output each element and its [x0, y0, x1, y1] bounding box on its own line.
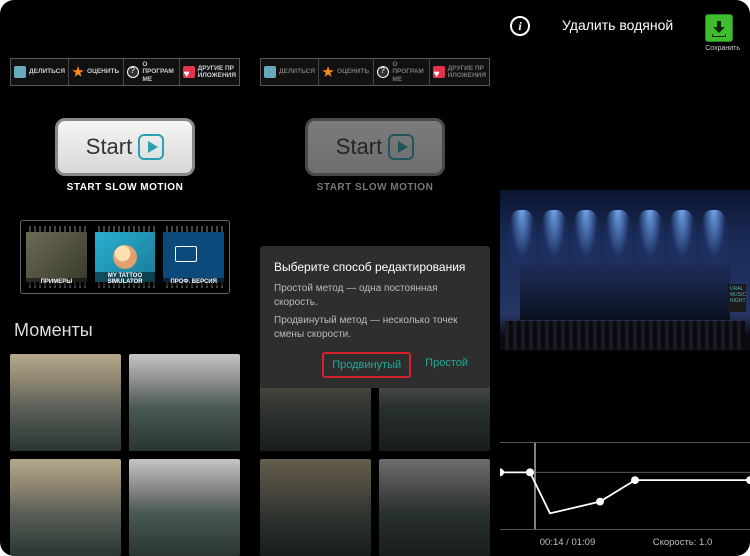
- start-caption: START SLOW MOTION: [55, 182, 195, 193]
- remove-watermark-button[interactable]: Удалить водяной: [530, 10, 705, 34]
- rate-button[interactable]: Оценить: [69, 59, 124, 85]
- save-label: Сохранить: [705, 45, 740, 52]
- card-pro[interactable]: ПРОФ. ВЕРСИЯ: [163, 226, 224, 288]
- share-button: Делиться: [261, 59, 319, 85]
- advanced-button[interactable]: Продвинутый: [322, 352, 411, 378]
- card-tattoo[interactable]: MY TATTOO SIMULATOR: [95, 226, 156, 288]
- info-icon[interactable]: i: [510, 16, 530, 36]
- cart-icon: [175, 246, 197, 262]
- stage-sign: URAL MUSIC NIGHT: [728, 284, 746, 312]
- moment-thumb[interactable]: [129, 459, 240, 556]
- other-apps-button[interactable]: ДРУГИЕ ПР ИЛОЖЕНИЯ: [180, 59, 239, 85]
- play-icon: [388, 134, 414, 160]
- panel-home: Делиться Оценить О ПРОГРАМ МЕ ДРУГИЕ ПР …: [0, 0, 250, 556]
- moments-heading: Моменты: [14, 320, 93, 341]
- promo-cards: ПРИМЕРЫ MY TATTOO SIMULATOR ПРОФ. ВЕРСИЯ: [20, 220, 230, 294]
- about-button: О ПРОГРАМ МЕ: [374, 59, 429, 85]
- dialog-title: Выберите способ редактирования: [274, 260, 476, 274]
- rate-button: Оценить: [319, 59, 374, 85]
- start-area: Start START SLOW MOTION: [55, 118, 195, 193]
- dialog-text-line1: Простой метод — одна постоянная скорость…: [274, 282, 476, 310]
- simple-button[interactable]: Простой: [417, 352, 476, 378]
- edit-mode-dialog: Выберите способ редактирования Простой м…: [260, 246, 490, 388]
- about-button[interactable]: О ПРОГРАМ МЕ: [124, 59, 179, 85]
- start-button[interactable]: Start: [55, 118, 195, 176]
- time-display: 00:14 / 01:09: [510, 537, 625, 548]
- moments-grid: [10, 354, 240, 556]
- download-icon: [712, 21, 726, 35]
- dialog-text-line2: Продвинутый метод — несколько точек смен…: [274, 314, 476, 342]
- save-button[interactable]: [705, 14, 733, 42]
- speed-display: Скорость: 1.0: [625, 537, 740, 548]
- share-button[interactable]: Делиться: [11, 59, 69, 85]
- start-label: Start: [86, 134, 132, 160]
- other-apps-button: ДРУГИЕ ПР ИЛОЖЕНИЯ: [430, 59, 489, 85]
- moment-thumb[interactable]: [10, 459, 121, 556]
- moment-thumb: [379, 459, 490, 556]
- star-icon: [72, 66, 84, 78]
- play-icon: [138, 134, 164, 160]
- card-examples[interactable]: ПРИМЕРЫ: [26, 226, 87, 288]
- heart-icon: [183, 66, 195, 78]
- share-icon: [14, 66, 26, 78]
- panel-editor: i Удалить водяной Сохранить URAL MUSIC N…: [500, 0, 750, 556]
- start-button: Start: [305, 118, 445, 176]
- moment-thumb[interactable]: [129, 354, 240, 451]
- panel-dialog: Делиться Оценить О ПРОГРАМ МЕ ДРУГИЕ ПР …: [250, 0, 500, 556]
- top-toolbar: Делиться Оценить О ПРОГРАМ МЕ ДРУГИЕ ПР …: [10, 58, 240, 86]
- top-toolbar: Делиться Оценить О ПРОГРАМ МЕ ДРУГИЕ ПР …: [260, 58, 490, 86]
- editor-status: 00:14 / 01:09 Скорость: 1.0: [500, 537, 750, 548]
- video-preview[interactable]: URAL MUSIC NIGHT: [500, 190, 750, 350]
- about-icon: [127, 66, 139, 78]
- moment-thumb[interactable]: [10, 354, 121, 451]
- moment-thumb: [260, 459, 371, 556]
- speed-graph[interactable]: [500, 442, 750, 530]
